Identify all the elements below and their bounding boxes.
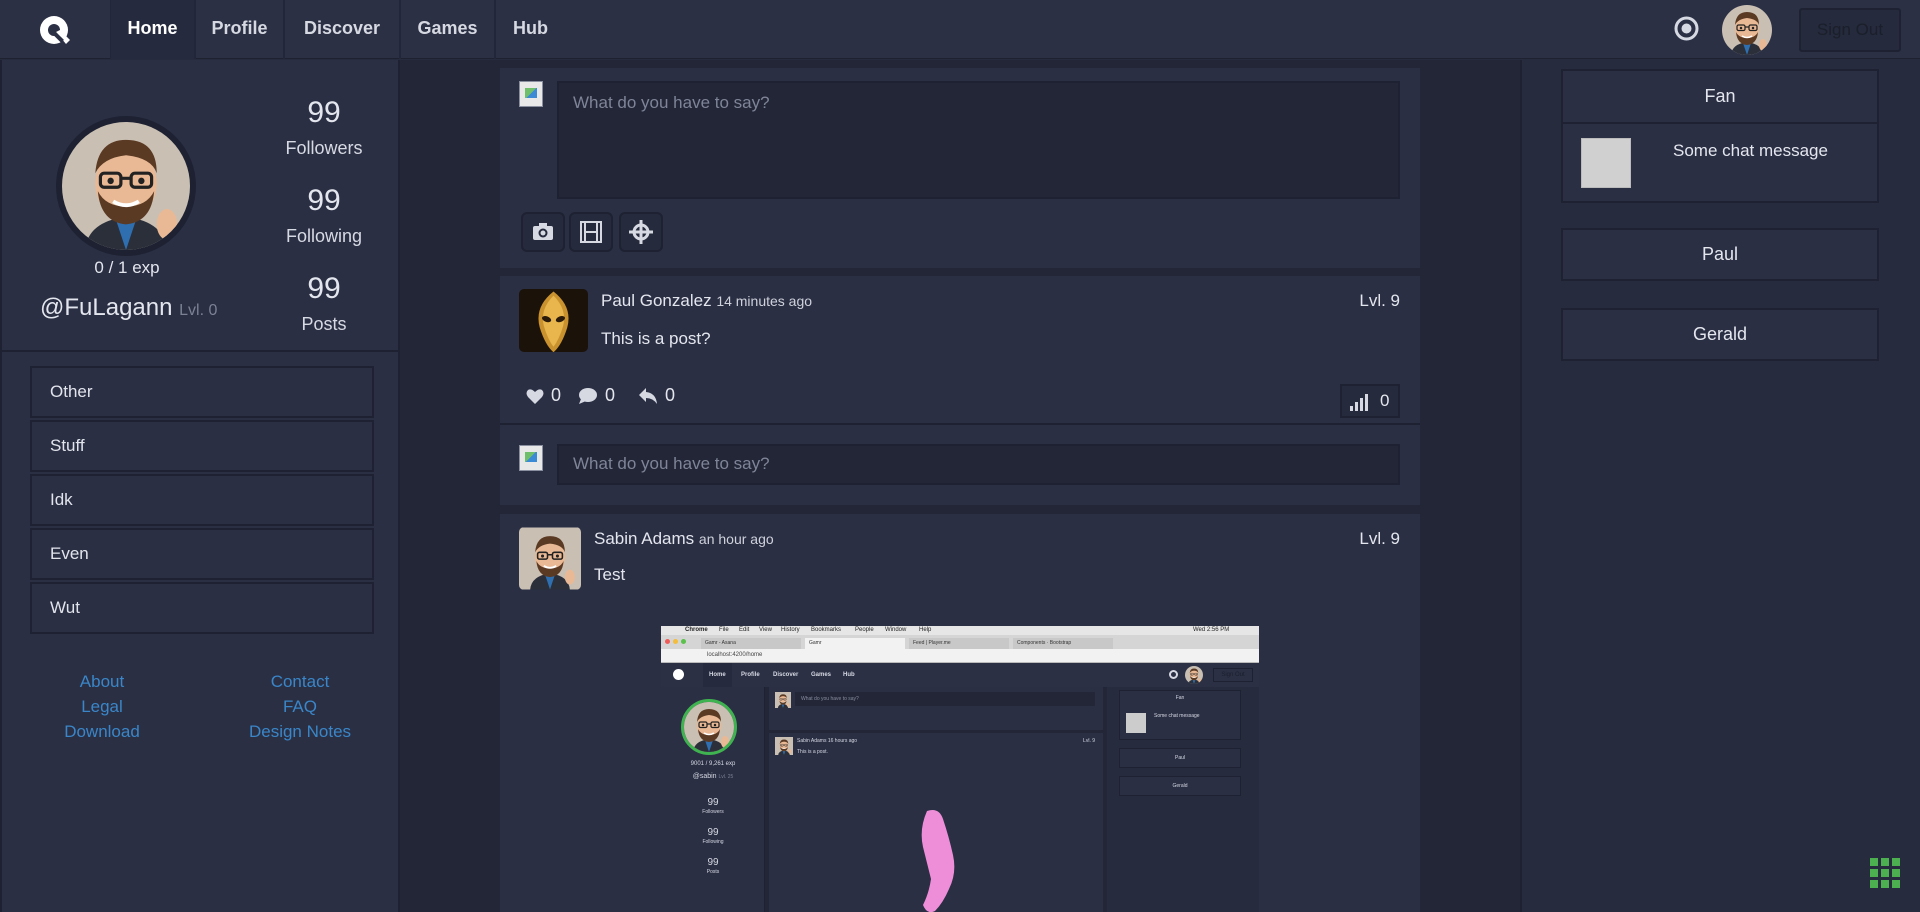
menu-item-other[interactable]: Other — [30, 366, 374, 418]
comment-action[interactable]: 0 — [578, 383, 615, 407]
like-count: 0 — [551, 385, 562, 405]
download-link[interactable]: Download — [12, 722, 192, 742]
post-level: Lvl. 9 — [1359, 291, 1400, 310]
chat-thumbnail-image — [1581, 138, 1631, 188]
nav-profile[interactable]: Profile — [195, 0, 284, 59]
post-timestamp: an hour ago — [698, 531, 774, 547]
pink-creature-image — [921, 810, 955, 912]
top-navbar: Home Profile Discover Games Hub Sign Out — [0, 0, 1920, 59]
posts-label: Posts — [301, 314, 347, 334]
target-icon[interactable] — [1674, 16, 1699, 41]
app-logo-icon[interactable] — [36, 13, 74, 47]
film-icon — [580, 221, 602, 243]
views-count: 0 — [1380, 391, 1390, 410]
exp-progress: 0 / 1 exp — [94, 258, 160, 277]
followers-label: Followers — [285, 138, 363, 158]
menu-item-idk[interactable]: Idk — [30, 474, 374, 526]
browser-tab-strip: Gamr - Asana Gamr Feed | Player.me Compo… — [661, 635, 1259, 649]
post-card: Sabin Adams an hour ago Lvl. 9 Test Chro… — [500, 514, 1420, 912]
photo-button[interactable] — [521, 212, 565, 252]
following-count[interactable]: 99 — [264, 184, 384, 218]
crosshair-icon — [629, 220, 653, 244]
followers-count[interactable]: 99 — [264, 96, 384, 130]
contact-link[interactable]: Contact — [210, 672, 390, 692]
camera-icon — [533, 223, 553, 240]
user-avatar[interactable] — [1722, 5, 1772, 55]
post-author[interactable]: Sabin Adams an hour ago — [594, 529, 774, 549]
post-author-name: Paul Gonzalez — [601, 291, 712, 310]
username-text: @FuLagann — [40, 294, 173, 321]
reply-icon — [639, 388, 657, 404]
about-link[interactable]: About — [12, 672, 192, 692]
mini-chat-panel: Fan Some chat message Paul Gerald — [1107, 687, 1259, 912]
like-action[interactable]: 0 — [526, 383, 561, 407]
comment-icon — [579, 388, 597, 404]
sign-out-button[interactable]: Sign Out — [1799, 8, 1901, 52]
composer-input[interactable]: What do you have to say? — [557, 81, 1400, 199]
post-author-avatar[interactable] — [519, 289, 588, 352]
video-button[interactable] — [569, 212, 613, 252]
profile-username[interactable]: @FuLagann Lvl. 0 — [40, 294, 217, 322]
post-body: Test — [594, 565, 626, 584]
share-count: 0 — [665, 385, 676, 405]
nav-home[interactable]: Home — [110, 0, 195, 59]
menu-item-stuff[interactable]: Stuff — [30, 420, 374, 472]
apps-grid-icon[interactable] — [1870, 858, 1900, 888]
faq-link[interactable]: FAQ — [210, 697, 390, 717]
browser-address-bar: localhost:4200/home — [661, 649, 1259, 663]
composer-avatar-image — [519, 81, 543, 107]
comment-count: 0 — [605, 385, 616, 405]
post-author[interactable]: Paul Gonzalez 14 minutes ago — [601, 291, 812, 311]
post-timestamp: 14 minutes ago — [716, 293, 813, 309]
mac-menu-bar: Chrome File Edit View History Bookmarks … — [661, 626, 1259, 635]
chat-title[interactable]: Fan — [1563, 71, 1877, 124]
posts-count[interactable]: 99 — [264, 272, 384, 306]
mini-left-panel: 9001 / 9,261 exp @sabin Lvl. 25 99 Follo… — [661, 687, 765, 912]
design-notes-link[interactable]: Design Notes — [210, 722, 390, 742]
post-author-avatar[interactable] — [519, 527, 581, 590]
nav-discover[interactable]: Discover — [284, 0, 400, 59]
divider — [500, 423, 1420, 425]
chat-window-gerald[interactable]: Gerald — [1561, 308, 1879, 361]
legal-link[interactable]: Legal — [12, 697, 192, 717]
menu-item-wut[interactable]: Wut — [30, 582, 374, 634]
post-level: Lvl. 9 — [1359, 529, 1400, 548]
profile-avatar[interactable] — [56, 116, 196, 256]
divider — [2, 350, 400, 352]
post-author-name: Sabin Adams — [594, 529, 695, 548]
chat-window-paul[interactable]: Paul — [1561, 228, 1879, 281]
chat-title[interactable]: Gerald — [1563, 310, 1877, 359]
nav-games[interactable]: Games — [400, 0, 495, 59]
chat-title[interactable]: Paul — [1563, 230, 1877, 279]
share-action[interactable]: 0 — [638, 383, 675, 407]
views-badge: 0 — [1340, 384, 1400, 418]
composer-card: What do you have to say? — [500, 68, 1420, 268]
signal-bars-icon — [1350, 394, 1368, 411]
reply-input[interactable]: What do you have to say? — [557, 444, 1400, 485]
post-attached-image[interactable]: Chrome File Edit View History Bookmarks … — [661, 626, 1259, 912]
menu-item-even[interactable]: Even — [30, 528, 374, 580]
nav-hub[interactable]: Hub — [495, 0, 565, 59]
post-body: This is a post? — [601, 329, 711, 348]
post-card: Paul Gonzalez 14 minutes ago Lvl. 9 This… — [500, 276, 1420, 505]
mini-navbar: Home Profile Discover Games Hub Sign Out — [661, 663, 1259, 687]
mini-feed: What do you have to say? Sabin Adams 16 … — [769, 687, 1103, 912]
chat-window-fan[interactable]: Fan Some chat message — [1561, 69, 1879, 203]
following-label: Following — [285, 226, 363, 246]
left-sidebar: 0 / 1 exp @FuLagann Lvl. 0 99 Followers … — [0, 60, 400, 912]
game-button[interactable] — [619, 212, 663, 252]
reply-avatar-image — [519, 445, 543, 471]
user-level: Lvl. 0 — [179, 302, 218, 319]
heart-icon — [526, 389, 544, 404]
chat-message: Some chat message — [1673, 141, 1828, 160]
